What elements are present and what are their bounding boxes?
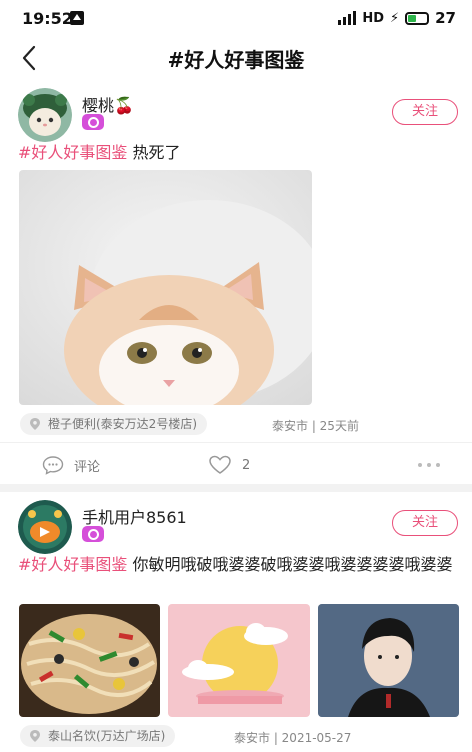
post-body: 你敏明哦破哦婆婆破哦婆婆哦婆婆婆婆哦婆婆 [127, 555, 453, 574]
comment-button[interactable]: 评论 [42, 455, 100, 475]
avatar[interactable] [18, 500, 72, 554]
post-image[interactable] [19, 604, 160, 717]
status-icons: HD ⚡ 27 [338, 9, 456, 27]
location-text: 泰山名饮(万达广场店) [48, 729, 166, 743]
white-orange-kitten-photo [19, 170, 312, 405]
header: #好人好事图鉴 [0, 38, 472, 78]
post-meta: 泰安市 | 25天前 [272, 419, 359, 433]
like-count: 2 [242, 457, 251, 473]
more-icon[interactable] [418, 463, 440, 467]
status-bar: 19:52 HD ⚡ 27 [0, 0, 472, 38]
username[interactable]: 手机用户8561 [82, 504, 187, 528]
post-image[interactable] [168, 604, 310, 717]
post-card: 樱桃🍒 关注 #好人好事图鉴 热死了 橙子便利(泰安万达2号楼店) 泰安市 | … [0, 80, 472, 484]
follow-button[interactable]: 关注 [392, 99, 458, 125]
action-bar: 评论 2 [0, 442, 472, 488]
signal-icon [338, 11, 357, 25]
follow-button[interactable]: 关注 [392, 510, 458, 536]
hashtag-link[interactable]: #好人好事图鉴 [18, 555, 127, 574]
username[interactable]: 樱桃🍒 [82, 92, 134, 116]
level-badge [82, 114, 104, 130]
location-chip[interactable]: 橙子便利(泰安万达2号楼店) [20, 413, 207, 435]
charging-icon: ⚡ [389, 10, 400, 26]
hashtag-link[interactable]: #好人好事图鉴 [18, 143, 127, 162]
post-card: 手机用户8561 关注 #好人好事图鉴 你敏明哦破哦婆婆破哦婆婆哦婆婆婆婆哦婆婆 [0, 492, 472, 752]
battery-icon [405, 11, 430, 25]
heart-icon [209, 455, 231, 474]
battery-level: 27 [435, 9, 456, 27]
post-body: 热死了 [127, 143, 181, 162]
stir-fried-noodles-photo [19, 604, 160, 717]
location-text: 橙子便利(泰安万达2号楼店) [48, 417, 197, 431]
post-image[interactable] [318, 604, 459, 717]
divider [0, 484, 472, 492]
network-type: HD [362, 10, 384, 26]
young-man-portrait-photo [318, 604, 459, 717]
comment-label: 评论 [74, 459, 101, 475]
location-pin-icon [30, 730, 40, 742]
pink-sun-cloud-photo [168, 604, 310, 717]
status-time: 19:52 [22, 9, 73, 28]
avatar-image [18, 88, 72, 142]
comment-icon [42, 456, 64, 475]
avatar[interactable] [18, 88, 72, 142]
like-button[interactable]: 2 [208, 455, 250, 475]
page-title: #好人好事图鉴 [167, 48, 305, 72]
post-text: #好人好事图鉴 你敏明哦破哦婆婆破哦婆婆哦婆婆婆婆哦婆婆 [18, 553, 454, 576]
location-chip[interactable]: 泰山名饮(万达广场店) [20, 725, 176, 747]
post-image[interactable] [19, 170, 312, 405]
post-meta: 泰安市 | 2021-05-27 [234, 731, 352, 745]
post-text: #好人好事图鉴 热死了 [18, 141, 454, 164]
avatar-image [18, 500, 72, 554]
level-badge [82, 526, 104, 542]
location-pin-icon [30, 418, 40, 430]
upload-icon [70, 11, 84, 25]
